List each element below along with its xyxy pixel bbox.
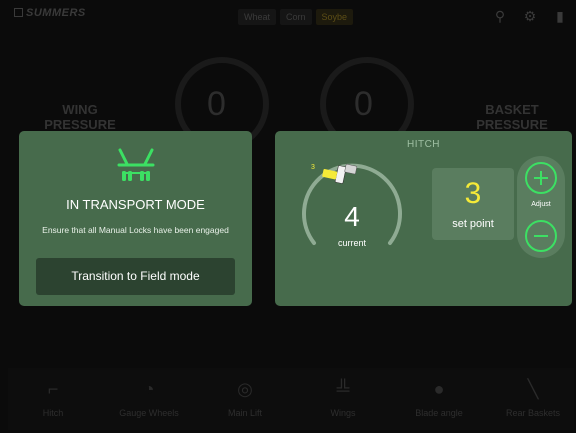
tray-label: Gauge Wheels bbox=[119, 408, 179, 418]
adjust-label: Adjust bbox=[531, 201, 551, 208]
increase-button[interactable] bbox=[525, 162, 557, 194]
wing-pressure-label: WING PRESSURE bbox=[40, 102, 120, 132]
set-point-box: 3 set point bbox=[432, 168, 514, 240]
hitch-current-label: current bbox=[337, 238, 366, 248]
set-point-value: 3 bbox=[464, 177, 482, 210]
main-lift-icon: ◎ bbox=[237, 379, 253, 399]
top-toolbar: ⚲ ⚙ ▮ bbox=[492, 8, 568, 24]
transport-implement-icon bbox=[117, 148, 155, 181]
tray-item-hitch[interactable]: ⌐ Hitch bbox=[8, 378, 98, 418]
tray-label: Main Lift bbox=[227, 408, 262, 418]
brand-logo: SUMMERS bbox=[14, 7, 86, 19]
tray-label: Hitch bbox=[42, 408, 64, 418]
bottom-function-tray: ⌐ Hitch ◔ Gauge Wheels ◎ Main Lift ╩ Win… bbox=[8, 368, 574, 430]
tray-label: Wings bbox=[330, 408, 356, 418]
wing-pressure-value: 0 bbox=[207, 85, 226, 123]
blade-angle-icon: ● bbox=[433, 379, 445, 399]
hitch-title: HITCH bbox=[406, 139, 441, 150]
fuel-icon[interactable]: ▮ bbox=[552, 8, 568, 24]
tray-item-rear-baskets[interactable]: ╲ Rear Baskets bbox=[488, 378, 576, 418]
tray-item-wings[interactable]: ╩ Wings bbox=[298, 378, 388, 418]
brand-name: SUMMERS bbox=[26, 7, 86, 19]
tray-label: Blade angle bbox=[415, 408, 463, 418]
hitch-icon: ⌐ bbox=[47, 379, 59, 399]
transition-to-field-button[interactable]: Transition to Field mode bbox=[36, 258, 235, 295]
tray-item-blade-angle[interactable]: ● Blade angle bbox=[394, 378, 484, 418]
wing-pressure-label-line2: PRESSURE bbox=[44, 117, 116, 132]
wings-icon: ╩ bbox=[336, 379, 350, 399]
transport-mode-panel: IN TRANSPORT MODE Ensure that all Manual… bbox=[19, 131, 252, 306]
brand-mark-icon bbox=[14, 8, 23, 17]
manual-locks-message: Ensure that all Manual Locks have been e… bbox=[42, 225, 229, 235]
rear-baskets-icon: ╲ bbox=[527, 379, 539, 399]
implement-icon[interactable]: ⚲ bbox=[492, 8, 508, 24]
gear-icon[interactable]: ⚙ bbox=[522, 8, 538, 24]
crop-tabs: Wheat Corn Soybe bbox=[238, 9, 354, 25]
hitch-current-value: 4 bbox=[344, 201, 360, 232]
tray-item-main-lift[interactable]: ◎ Main Lift bbox=[200, 378, 290, 418]
hitch-marker-value: 3 bbox=[311, 164, 315, 171]
basket-pressure-label: BASKET PRESSURE bbox=[472, 102, 552, 132]
gauge-wheel-icon: ◔ bbox=[143, 379, 155, 399]
tray-item-gauge-wheels[interactable]: ◔ Gauge Wheels bbox=[104, 378, 194, 418]
transport-mode-title: IN TRANSPORT MODE bbox=[66, 197, 205, 212]
set-point-label: set point bbox=[452, 218, 494, 230]
hitch-panel: HITCH 3 4 current 3 set point Adjust bbox=[275, 131, 572, 306]
decrease-button[interactable] bbox=[525, 220, 557, 252]
basket-pressure-label-line2: PRESSURE bbox=[476, 117, 548, 132]
crop-tab-corn[interactable]: Corn bbox=[280, 9, 312, 25]
crop-tab-soybean[interactable]: Soybe bbox=[315, 9, 354, 25]
basket-pressure-value: 0 bbox=[354, 85, 373, 123]
tray-label: Rear Baskets bbox=[505, 408, 561, 418]
crop-tab-wheat[interactable]: Wheat bbox=[238, 9, 277, 25]
basket-pressure-label-line1: BASKET bbox=[485, 102, 539, 117]
adjust-control: Adjust bbox=[517, 156, 565, 258]
wing-pressure-label-line1: WING bbox=[62, 102, 98, 117]
